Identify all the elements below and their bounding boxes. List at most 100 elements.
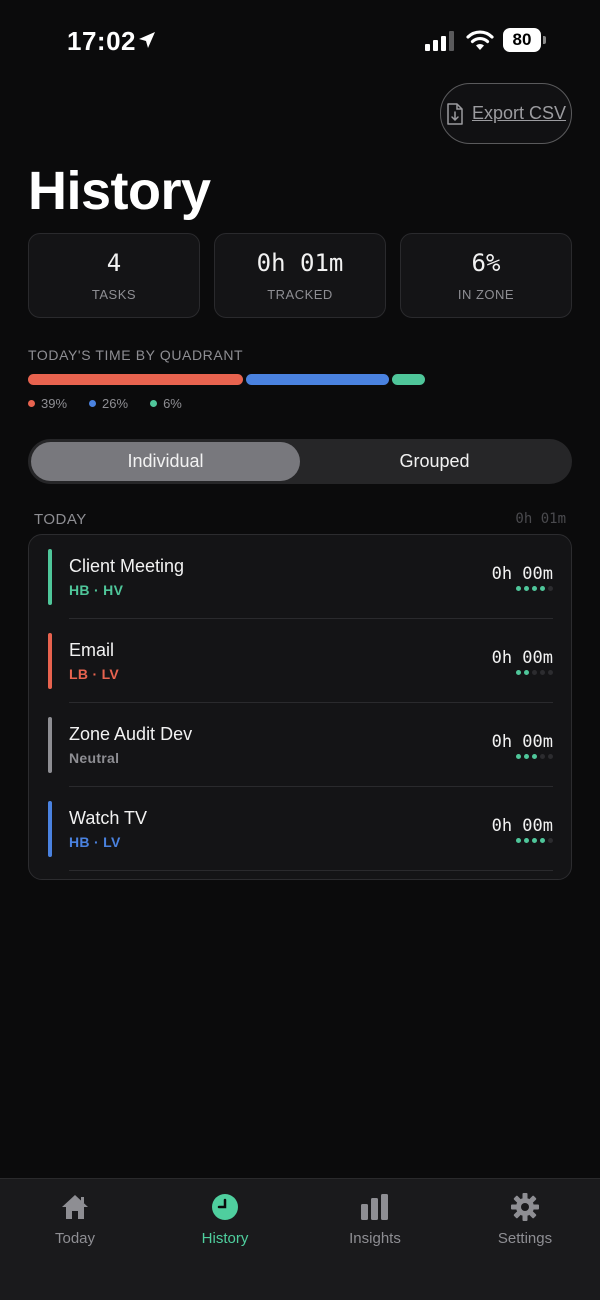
- battery-tip: [543, 36, 546, 44]
- tab-insights[interactable]: Insights: [300, 1179, 450, 1300]
- energy-dot-filled: [524, 838, 529, 843]
- task-quadrant-tag: HB · LV: [69, 834, 121, 850]
- energy-dot-filled: [524, 586, 529, 591]
- energy-dot-empty: [548, 754, 553, 759]
- task-quadrant-tag: LB · LV: [69, 666, 120, 682]
- status-bar: 17:02 80: [0, 0, 600, 80]
- tab-label-settings: Settings: [497, 1230, 553, 1247]
- bar-chart-icon: [361, 1194, 388, 1220]
- export-csv-button[interactable]: Export CSV: [440, 83, 572, 144]
- legend-item: 26%: [89, 396, 128, 411]
- quadrant-segment: [391, 374, 425, 385]
- stat-label-in-zone: IN ZONE: [457, 287, 515, 302]
- task-name: Zone Audit Dev: [69, 724, 193, 744]
- legend-item: 39%: [28, 396, 67, 411]
- cellular-signal-icon: [425, 31, 454, 51]
- task-accent-bar: [48, 801, 52, 857]
- task-name: Email: [69, 640, 115, 660]
- stat-label-tracked: TRACKED: [267, 287, 333, 302]
- page-title: History: [28, 161, 211, 221]
- stat-card-tasks: 4 TASKS: [28, 233, 200, 318]
- energy-dot-filled: [524, 670, 529, 675]
- stat-value-tracked: 0h 01m: [256, 249, 344, 277]
- segment-individual[interactable]: Individual: [31, 442, 300, 481]
- gear-icon: [511, 1193, 539, 1221]
- section-total-time: 0h 01m: [515, 511, 566, 527]
- legend-dot: [28, 400, 35, 407]
- legend-label: 26%: [102, 396, 129, 411]
- task-row[interactable]: Watch TV HB · LV 0h 00m: [29, 787, 571, 871]
- task-name: Watch TV: [69, 808, 148, 828]
- task-row[interactable]: Client Meeting HB · HV 0h 00m: [29, 535, 571, 619]
- file-download-icon: [447, 102, 463, 125]
- task-time: 0h 00m: [491, 564, 553, 584]
- stat-card-tracked: 0h 01m TRACKED: [214, 233, 386, 318]
- quadrant-legend: 39% 26% 6%: [28, 396, 182, 411]
- section-label-today: TODAY: [34, 511, 87, 528]
- task-energy-dots: [516, 670, 553, 675]
- status-time: 17:02: [67, 26, 136, 56]
- location-arrow-icon: [139, 32, 155, 48]
- legend-dot: [150, 400, 158, 407]
- task-time: 0h 00m: [491, 816, 553, 836]
- energy-dot-filled: [516, 754, 521, 759]
- task-energy-dots: [516, 838, 553, 843]
- stat-card-in-zone: 6% IN ZONE: [400, 233, 572, 318]
- energy-dot-empty: [540, 754, 545, 759]
- energy-dot-filled: [540, 586, 545, 591]
- stat-value-tasks: 4: [106, 249, 122, 277]
- legend-label: 39%: [41, 396, 68, 411]
- task-energy-dots: [516, 586, 553, 591]
- tab-label-insights: Insights: [349, 1230, 401, 1247]
- tab-today[interactable]: Today: [0, 1179, 150, 1300]
- energy-dot-empty: [548, 838, 553, 843]
- task-list: Client Meeting HB · HV 0h 00m Email LB ·…: [28, 534, 572, 880]
- tab-settings[interactable]: Settings: [450, 1179, 600, 1300]
- row-divider: [69, 870, 553, 871]
- task-quadrant-tag: HB · HV: [69, 582, 124, 598]
- energy-dot-empty: [548, 586, 553, 591]
- wifi-icon: [466, 30, 494, 50]
- clock-icon: [212, 1194, 238, 1220]
- house-icon: [62, 1195, 88, 1219]
- export-csv-label: Export CSV: [471, 103, 567, 123]
- battery-indicator: 80: [503, 28, 547, 52]
- quadrant-segment: [28, 374, 243, 385]
- quadrant-segment: [245, 374, 389, 385]
- energy-dot-empty: [548, 670, 553, 675]
- legend-label: 6%: [163, 396, 182, 411]
- legend-dot: [89, 400, 97, 407]
- tab-label-history: History: [201, 1230, 249, 1247]
- stat-value-in-zone: 6%: [471, 249, 501, 277]
- task-name: Client Meeting: [69, 556, 185, 576]
- energy-dot-filled: [532, 586, 537, 591]
- quadrant-bar: [28, 374, 428, 385]
- energy-dot-filled: [516, 670, 521, 675]
- task-row[interactable]: Zone Audit Dev Neutral 0h 00m: [29, 703, 571, 787]
- stats-row: 4 TASKS 0h 01m TRACKED 6% IN ZONE: [28, 233, 572, 318]
- tab-history[interactable]: History: [150, 1179, 300, 1300]
- task-quadrant-tag: Neutral: [69, 750, 120, 766]
- task-time: 0h 00m: [491, 732, 553, 752]
- tab-label-today: Today: [54, 1230, 96, 1247]
- energy-dot-empty: [532, 670, 537, 675]
- task-energy-dots: [516, 754, 553, 759]
- energy-dot-filled: [524, 754, 529, 759]
- task-row[interactable]: Email LB · LV 0h 00m: [29, 619, 571, 703]
- quadrant-title: TODAY'S TIME BY QUADRANT: [28, 347, 244, 363]
- battery-level: 80: [503, 28, 541, 52]
- energy-dot-filled: [516, 586, 521, 591]
- segment-grouped[interactable]: Grouped: [300, 442, 569, 481]
- energy-dot-filled: [532, 754, 537, 759]
- energy-dot-filled: [540, 838, 545, 843]
- task-accent-bar: [48, 717, 52, 773]
- task-accent-bar: [48, 633, 52, 689]
- view-mode-segmented-control: Individual Grouped: [28, 439, 572, 484]
- energy-dot-filled: [516, 838, 521, 843]
- tab-bar: Today History Insights Settings: [0, 1178, 600, 1300]
- energy-dot-filled: [532, 838, 537, 843]
- energy-dot-empty: [540, 670, 545, 675]
- legend-item: 6%: [150, 396, 182, 411]
- stat-label-tasks: TASKS: [91, 287, 137, 302]
- task-time: 0h 00m: [491, 648, 553, 668]
